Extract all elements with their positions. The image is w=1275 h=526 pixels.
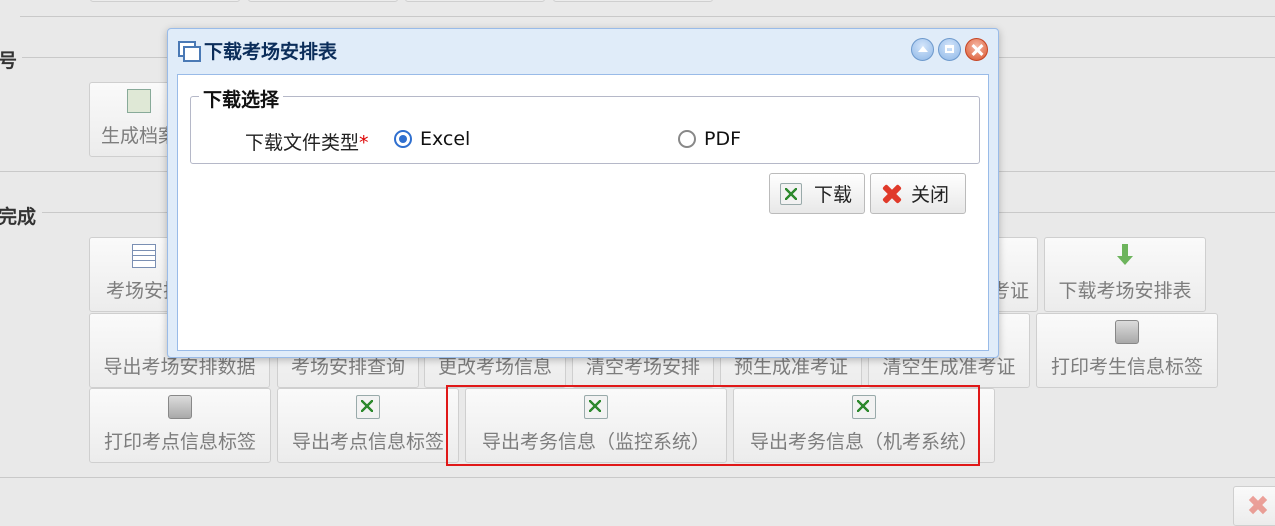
close-label: 关闭: [911, 184, 950, 206]
down-arrow-icon: [1114, 244, 1136, 266]
print-candidate-label-button[interactable]: 打印考生信息标签: [1036, 313, 1218, 388]
radio-unselected-icon: [678, 130, 696, 148]
file-type-label: 下载文件类型*: [245, 132, 369, 154]
export-site-label-button[interactable]: 导出考点信息标签: [277, 388, 459, 463]
close-dialog-button[interactable]: 关闭: [870, 173, 966, 214]
download-options-fieldset: 下载选择 下载文件类型* Excel PDF: [190, 85, 980, 164]
download-schedule-dialog: 下载考场安排表 下载选择 下载文件类型* Excel PDF 下载 关闭: [167, 28, 999, 358]
window-icon: [178, 40, 201, 62]
dialog-title-bar[interactable]: 下载考场安排表: [178, 37, 337, 64]
top-button[interactable]: [553, 0, 713, 2]
close-button[interactable]: [1233, 486, 1275, 526]
printer-icon: [168, 395, 192, 419]
required-mark: *: [359, 132, 369, 154]
excel-icon: [780, 182, 802, 205]
collapse-button[interactable]: [911, 38, 934, 61]
close-icon: [881, 183, 903, 205]
radio-selected-icon: [394, 130, 412, 148]
button-label: 导出考点信息标签: [291, 431, 444, 453]
section-label: 完成: [0, 206, 37, 228]
table-icon: [132, 244, 156, 268]
button-label: 打印考生信息标签: [1050, 356, 1203, 378]
dialog-title: 下载考场安排表: [204, 41, 338, 63]
download-room-schedule-button[interactable]: 下载考场安排表: [1044, 237, 1206, 312]
top-button[interactable]: [248, 0, 398, 2]
print-site-label-button[interactable]: 打印考点信息标签: [89, 388, 271, 463]
top-button[interactable]: [405, 0, 545, 2]
radio-excel[interactable]: Excel: [394, 128, 470, 150]
button-label: 打印考点信息标签: [103, 431, 256, 453]
radio-pdf-label: PDF: [704, 128, 742, 150]
excel-icon: [356, 395, 380, 419]
window-controls: [911, 38, 988, 61]
divider: [0, 477, 1275, 478]
radio-pdf[interactable]: PDF: [678, 128, 741, 150]
button-label: 下载考场安排表: [1058, 280, 1192, 302]
printer-icon: [1115, 320, 1139, 344]
download-button[interactable]: 下载: [769, 173, 865, 214]
dialog-body: 下载选择 下载文件类型* Excel PDF 下载 关闭: [177, 74, 989, 351]
top-button[interactable]: [90, 0, 240, 2]
section-label: 号: [0, 50, 18, 72]
radio-excel-label: Excel: [420, 128, 471, 150]
highlight-box: [446, 385, 980, 466]
maximize-button[interactable]: [938, 38, 961, 61]
divider: [20, 16, 1275, 17]
close-icon: [1248, 495, 1268, 515]
close-window-button[interactable]: [965, 38, 988, 61]
fieldset-legend: 下载选择: [199, 85, 284, 112]
document-icon: [127, 89, 151, 113]
download-label: 下载: [814, 184, 853, 206]
